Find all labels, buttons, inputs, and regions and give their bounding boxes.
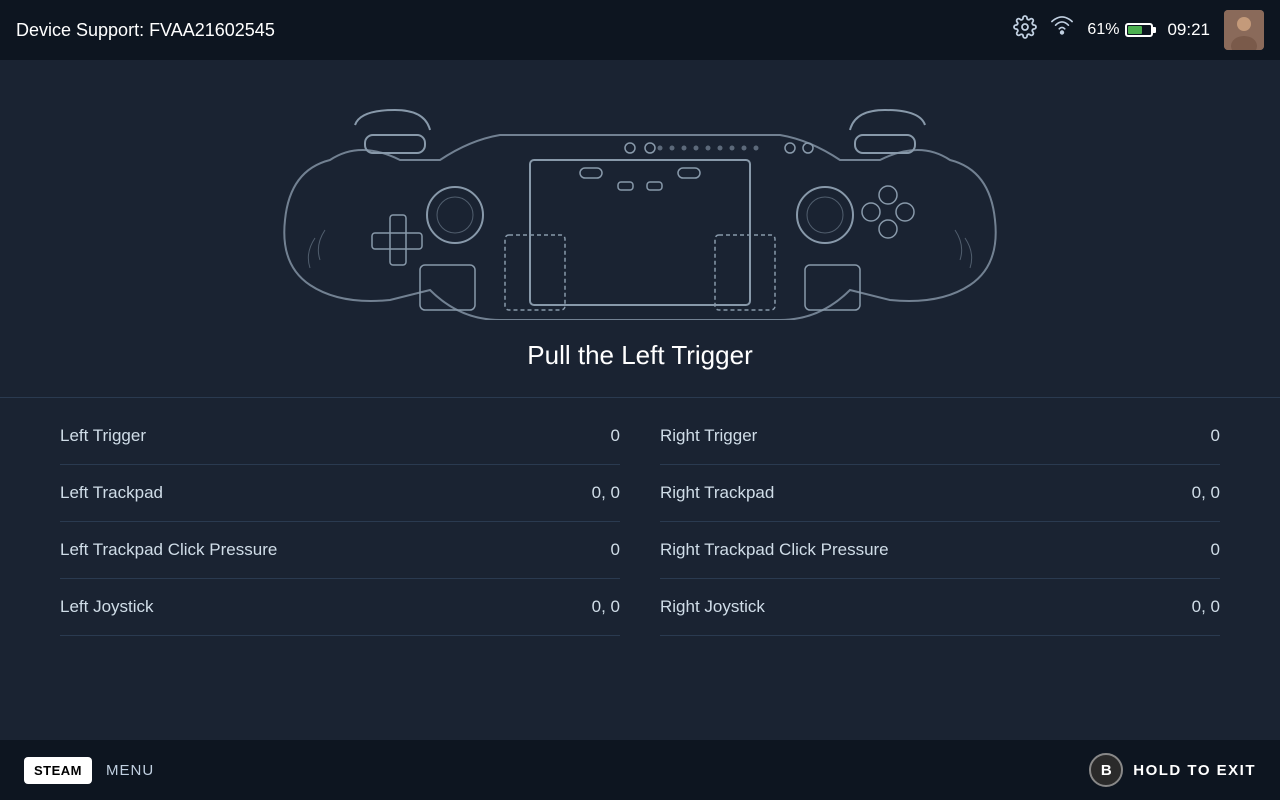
left-joystick-value: 0, 0 <box>592 597 620 617</box>
battery-percent: 61% <box>1087 21 1119 39</box>
header: Device Support: FVAA21602545 61% <box>0 0 1280 60</box>
right-joystick-label: Right Joystick <box>660 597 765 617</box>
section-divider <box>0 397 1280 398</box>
controller-illustration <box>260 80 1020 320</box>
left-trackpad-value: 0, 0 <box>592 483 620 503</box>
battery-fill <box>1128 26 1141 34</box>
avatar[interactable] <box>1224 10 1264 50</box>
left-trigger-value: 0 <box>611 426 620 446</box>
right-controls-column: Right Trigger 0 Right Trackpad 0, 0 Righ… <box>660 408 1220 636</box>
steam-button[interactable]: STEAM <box>24 757 92 784</box>
left-joystick-row: Left Joystick 0, 0 <box>60 579 620 636</box>
left-trigger-row: Left Trigger 0 <box>60 408 620 465</box>
left-trackpad-label: Left Trackpad <box>60 483 163 503</box>
device-title: Device Support: FVAA21602545 <box>16 20 275 41</box>
instruction-text: Pull the Left Trigger <box>527 340 752 371</box>
right-trackpad-label: Right Trackpad <box>660 483 774 503</box>
steam-menu: STEAM MENU <box>24 757 154 784</box>
right-joystick-row: Right Joystick 0, 0 <box>660 579 1220 636</box>
hold-exit-area: B HOLD TO EXIT <box>1089 753 1256 787</box>
header-right: 61% 09:21 <box>1013 10 1264 50</box>
controller-section: Pull the Left Trigger <box>0 60 1280 381</box>
b-button: B <box>1089 753 1123 787</box>
battery-bar <box>1125 23 1153 37</box>
left-trackpad-pressure-row: Left Trackpad Click Pressure 0 <box>60 522 620 579</box>
settings-icon[interactable] <box>1013 15 1037 45</box>
signal-icon <box>1051 16 1073 44</box>
right-trackpad-value: 0, 0 <box>1192 483 1220 503</box>
menu-label: MENU <box>106 762 154 779</box>
right-joystick-value: 0, 0 <box>1192 597 1220 617</box>
right-trackpad-row: Right Trackpad 0, 0 <box>660 465 1220 522</box>
right-trigger-row: Right Trigger 0 <box>660 408 1220 465</box>
controls-section: Left Trigger 0 Left Trackpad 0, 0 Left T… <box>0 408 1280 636</box>
right-trigger-label: Right Trigger <box>660 426 757 446</box>
left-controls-column: Left Trigger 0 Left Trackpad 0, 0 Left T… <box>60 408 620 636</box>
left-trackpad-pressure-value: 0 <box>611 540 620 560</box>
battery-info: 61% <box>1087 21 1153 39</box>
hold-exit-label: HOLD TO EXIT <box>1133 762 1256 779</box>
left-joystick-label: Left Joystick <box>60 597 154 617</box>
left-trigger-label: Left Trigger <box>60 426 146 446</box>
right-trackpad-pressure-label: Right Trackpad Click Pressure <box>660 540 889 560</box>
footer: STEAM MENU B HOLD TO EXIT <box>0 740 1280 800</box>
left-trackpad-pressure-label: Left Trackpad Click Pressure <box>60 540 277 560</box>
right-trackpad-pressure-value: 0 <box>1211 540 1220 560</box>
left-trackpad-row: Left Trackpad 0, 0 <box>60 465 620 522</box>
right-trigger-value: 0 <box>1211 426 1220 446</box>
clock: 09:21 <box>1167 20 1210 40</box>
right-trackpad-pressure-row: Right Trackpad Click Pressure 0 <box>660 522 1220 579</box>
